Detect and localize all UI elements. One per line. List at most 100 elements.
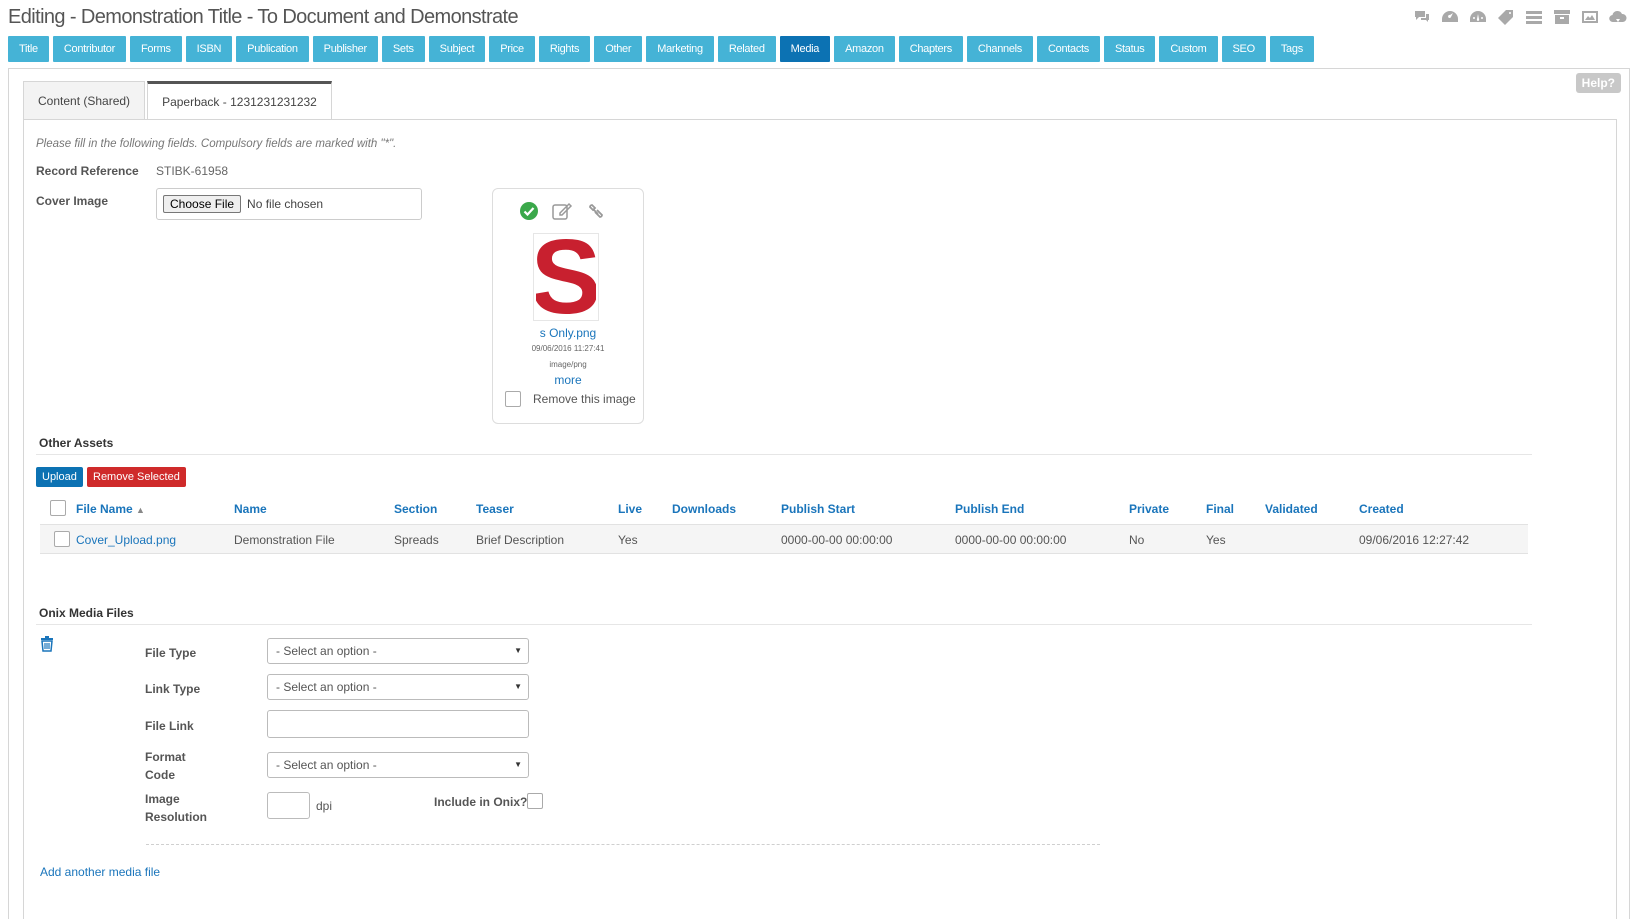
record-reference-value: STIBK-61958 [156, 164, 229, 178]
col-section[interactable]: Section [394, 502, 437, 516]
file-type-select[interactable]: - Select an option - ▼ [267, 638, 529, 664]
select-all-checkbox[interactable] [50, 500, 66, 516]
format-code-label: Format Code [145, 748, 186, 784]
cover-more-link[interactable]: more [493, 373, 643, 387]
remove-image-row: Remove this image [505, 391, 636, 407]
image-resolution-label-line1: Image [145, 792, 180, 806]
nav-amazon[interactable]: Amazon [834, 36, 895, 62]
remove-image-label: Remove this image [533, 392, 636, 406]
svg-text:S: S [536, 235, 596, 319]
link-type-label: Link Type [145, 682, 201, 696]
col-private[interactable]: Private [1129, 502, 1169, 516]
onix-divider [36, 624, 1532, 625]
media-file-separator [146, 844, 1100, 845]
format-code-value: - Select an option - [276, 758, 377, 772]
archive-icon[interactable] [1552, 8, 1572, 26]
row-live: Yes [618, 533, 638, 547]
format-code-select[interactable]: - Select an option - ▼ [267, 752, 529, 778]
row-created: 09/06/2016 12:27:42 [1359, 533, 1470, 547]
dashboard-icon[interactable] [1440, 8, 1460, 26]
image-resolution-label: Image Resolution [145, 790, 207, 826]
remove-image-checkbox[interactable] [505, 391, 521, 407]
nav-contributor[interactable]: Contributor [52, 36, 126, 62]
check-circle-icon [519, 201, 539, 224]
record-reference-label: Record Reference [36, 164, 139, 178]
nav-forms[interactable]: Forms [130, 36, 182, 62]
cloud-download-icon[interactable] [1608, 8, 1628, 26]
cover-image-label: Cover Image [36, 194, 109, 208]
col-file-name[interactable]: File Name ▲ [76, 502, 145, 516]
cover-file-mime: image/png [549, 360, 587, 369]
table-row[interactable]: Cover_Upload.png Demonstration File Spre… [40, 524, 1528, 554]
image-resolution-input[interactable] [267, 792, 310, 819]
include-in-onix-checkbox[interactable] [527, 793, 543, 809]
cover-thumbnail[interactable]: S [533, 233, 599, 321]
col-publish-end[interactable]: Publish End [955, 502, 1024, 516]
row-publish-start: 0000-00-00 00:00:00 [781, 533, 893, 547]
tag-icon[interactable] [1496, 8, 1516, 26]
row-final: Yes [1206, 533, 1226, 547]
nav-other[interactable]: Other [594, 36, 643, 62]
cover-file-date: 09/06/2016 11:27:41 [531, 344, 605, 353]
nav-status[interactable]: Status [1104, 36, 1156, 62]
nav-title[interactable]: Title [8, 36, 49, 62]
gauge-icon[interactable] [1468, 8, 1488, 26]
row-file-name-link[interactable]: Cover_Upload.png [76, 533, 176, 547]
nav-subject[interactable]: Subject [428, 36, 486, 62]
cover-file-input[interactable]: Choose File No file chosen [156, 188, 422, 220]
nav-media[interactable]: Media [779, 36, 831, 62]
col-teaser[interactable]: Teaser [476, 502, 514, 516]
add-media-file-link[interactable]: Add another media file [40, 865, 160, 879]
nav-related[interactable]: Related [717, 36, 776, 62]
chat-icon[interactable] [1412, 8, 1432, 26]
nav-sets[interactable]: Sets [381, 36, 425, 62]
form-hint: Please fill in the following fields. Com… [36, 138, 397, 150]
col-final[interactable]: Final [1206, 502, 1234, 516]
col-live[interactable]: Live [618, 502, 642, 516]
row-name: Demonstration File [234, 533, 335, 547]
nav-seo[interactable]: SEO [1221, 36, 1266, 62]
help-button[interactable]: Help? [1575, 73, 1621, 93]
link-icon[interactable] [585, 201, 607, 224]
nav-tags[interactable]: Tags [1269, 36, 1314, 62]
nav-channels[interactable]: Channels [966, 36, 1033, 62]
col-validated[interactable]: Validated [1265, 502, 1318, 516]
row-checkbox[interactable] [54, 531, 70, 547]
nav-contacts[interactable]: Contacts [1037, 36, 1101, 62]
nav-chapters[interactable]: Chapters [898, 36, 963, 62]
chevron-down-icon: ▼ [514, 646, 522, 655]
s-logo-image: S [536, 235, 596, 319]
nav-rights[interactable]: Rights [538, 36, 591, 62]
file-link-input[interactable] [267, 710, 529, 738]
image-icon[interactable] [1580, 8, 1600, 26]
edit-icon[interactable] [551, 201, 573, 224]
col-downloads[interactable]: Downloads [672, 502, 736, 516]
upload-button[interactable]: Upload [36, 467, 83, 487]
editor-panel: Help? Content (Shared) Paperback - 12312… [8, 68, 1630, 919]
col-created[interactable]: Created [1359, 502, 1404, 516]
other-assets-title: Other Assets [39, 436, 114, 450]
col-name[interactable]: Name [234, 502, 267, 516]
sort-asc-icon: ▲ [136, 505, 145, 515]
remove-selected-button[interactable]: Remove Selected [87, 467, 186, 487]
file-link-label: File Link [145, 719, 194, 733]
nav-marketing[interactable]: Marketing [646, 36, 714, 62]
cover-file-name[interactable]: s Only.png [493, 326, 643, 340]
nav-isbn[interactable]: ISBN [185, 36, 233, 62]
trash-icon[interactable] [40, 636, 54, 655]
tab-paperback[interactable]: Paperback - 1231231231232 [147, 81, 332, 120]
nav-price[interactable]: Price [489, 36, 535, 62]
row-private: No [1129, 533, 1145, 547]
nav-custom[interactable]: Custom [1159, 36, 1218, 62]
row-publish-end: 0000-00-00 00:00:00 [955, 533, 1067, 547]
tab-content-shared[interactable]: Content (Shared) [23, 81, 146, 119]
col-publish-start[interactable]: Publish Start [781, 502, 855, 516]
choose-file-button[interactable]: Choose File [163, 195, 242, 213]
format-code-label-line1: Format [145, 750, 186, 764]
link-type-select[interactable]: - Select an option - ▼ [267, 674, 529, 700]
list-icon[interactable] [1524, 8, 1544, 26]
nav-publisher[interactable]: Publisher [312, 36, 378, 62]
chevron-down-icon: ▼ [514, 760, 522, 769]
file-type-value: - Select an option - [276, 644, 377, 658]
nav-publication[interactable]: Publication [236, 36, 309, 62]
